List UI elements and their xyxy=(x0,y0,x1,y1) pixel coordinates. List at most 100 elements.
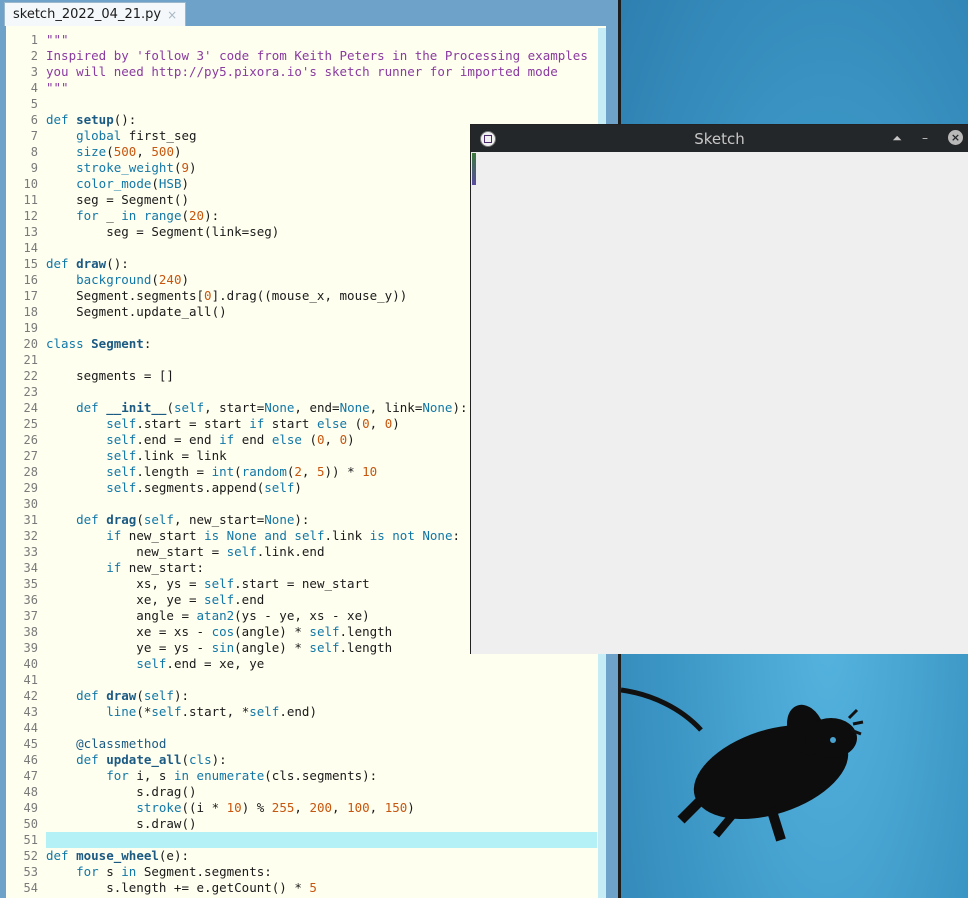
code-token: .length xyxy=(339,640,393,655)
code-line[interactable]: def update_all(cls): xyxy=(46,752,227,768)
code-line[interactable]: color_mode(HSB) xyxy=(46,176,189,192)
code-line[interactable]: stroke_weight(9) xyxy=(46,160,196,176)
code-token: ( xyxy=(166,400,174,415)
code-token: self xyxy=(309,640,340,655)
line-number: 6 xyxy=(30,113,38,127)
code-token: ( xyxy=(106,144,114,159)
code-token: ( xyxy=(301,432,317,447)
code-token: .start = start xyxy=(136,416,250,431)
code-line[interactable]: segments = [] xyxy=(46,368,174,384)
code-line[interactable]: global first_seg xyxy=(46,128,196,144)
code-token: (* xyxy=(136,704,152,719)
code-line[interactable]: class Segment: xyxy=(46,336,151,352)
code-token: , xyxy=(369,800,385,815)
line-number: 29 xyxy=(23,481,38,495)
code-line[interactable]: ye = ys - sin(angle) * self.length xyxy=(46,640,392,656)
window-close-icon[interactable]: × xyxy=(948,130,963,145)
code-line[interactable]: s.length += e.getCount() * 5 xyxy=(46,880,317,896)
code-line[interactable]: seg = Segment(link=seg) xyxy=(46,224,279,240)
code-token: 5 xyxy=(309,880,317,895)
line-number: 13 xyxy=(23,225,38,239)
code-line[interactable]: self.link = link xyxy=(46,448,226,464)
code-line[interactable]: Segment.segments[0].drag((mouse_x, mouse… xyxy=(46,288,407,304)
code-line[interactable]: size(500, 500) xyxy=(46,144,181,160)
code-line[interactable]: """ xyxy=(46,80,69,96)
code-line[interactable]: def __init__(self, start=None, end=None,… xyxy=(46,400,467,416)
code-token: .link xyxy=(324,528,370,543)
code-line[interactable]: for s in Segment.segments: xyxy=(46,864,272,880)
code-line[interactable]: for _ in range(20): xyxy=(46,208,219,224)
code-token: 255 xyxy=(271,800,295,815)
code-token: ) xyxy=(181,272,190,287)
line-number: 25 xyxy=(23,417,38,431)
code-token: in xyxy=(173,768,190,783)
code-line[interactable]: angle = atan2(ys - ye, xs - xe) xyxy=(46,608,369,624)
code-line[interactable]: stroke((i * 10) % 255, 200, 100, 150) xyxy=(46,800,415,816)
code-token: """ xyxy=(46,32,69,47)
code-line[interactable]: if new_start: xyxy=(46,560,204,576)
code-line[interactable]: s.drag() xyxy=(46,784,196,800)
shade-icon[interactable]: ⏶ xyxy=(888,129,906,147)
code-token: , xyxy=(332,800,348,815)
code-token: 150 xyxy=(384,800,408,815)
code-line[interactable]: def mouse_wheel(e): xyxy=(46,848,189,864)
code-token: self xyxy=(294,528,325,543)
minimize-icon[interactable]: – xyxy=(916,129,934,147)
code-token: stroke xyxy=(136,800,182,815)
code-token: def xyxy=(46,848,77,863)
code-token: line xyxy=(106,704,137,719)
code-line[interactable]: for i, s in enumerate(cls.segments): xyxy=(46,768,377,784)
code-line[interactable]: Segment.update_all() xyxy=(46,304,227,320)
code-line[interactable]: new_start = self.link.end xyxy=(46,544,324,560)
line-number: 3 xyxy=(30,65,38,79)
code-line[interactable]: xe = xs - cos(angle) * self.length xyxy=(46,624,392,640)
code-line[interactable]: """ xyxy=(46,32,69,48)
code-line[interactable]: seg = Segment() xyxy=(46,192,189,208)
code-token: Segment.segments: xyxy=(136,864,272,879)
line-number: 35 xyxy=(23,577,38,591)
line-number: 36 xyxy=(23,593,38,607)
code-line[interactable]: Inspired by 'follow 3' code from Keith P… xyxy=(46,48,588,64)
code-line[interactable]: if new_start is None and self.link is no… xyxy=(46,528,460,544)
code-token: ( xyxy=(136,512,144,527)
code-token: 20 xyxy=(189,208,205,223)
code-token: , xyxy=(136,144,152,159)
line-number: 46 xyxy=(23,753,38,767)
line-number-gutter: 1 2 3 4 5 6 7 8 9 10 11 12 13 14 15 16 17 18 19 20 21 22 23 24 2… xyxy=(6,26,40,898)
code-line[interactable]: line(*self.start, *self.end) xyxy=(46,704,317,720)
code-line[interactable]: self.segments.append(self) xyxy=(46,480,302,496)
code-line[interactable]: def setup(): xyxy=(46,112,136,128)
code-line[interactable]: self.end = end if end else (0, 0) xyxy=(46,432,354,448)
code-line[interactable]: self.length = int(random(2, 5)) * 10 xyxy=(46,464,377,480)
code-token: cos xyxy=(211,624,235,639)
file-tab[interactable]: sketch_2022_04_21.py × xyxy=(4,2,187,26)
code-token: def xyxy=(76,752,107,767)
line-number: 30 xyxy=(23,497,38,511)
code-line[interactable]: def draw(): xyxy=(46,256,129,272)
sketch-titlebar[interactable]: Sketch ⏶ – × xyxy=(471,125,968,152)
code-line[interactable]: self.start = start if start else (0, 0) xyxy=(46,416,400,432)
code-line[interactable]: s.draw() xyxy=(46,816,196,832)
code-line[interactable]: @classmethod xyxy=(46,736,166,752)
code-token: .end) xyxy=(279,704,317,719)
code-line[interactable]: background(240) xyxy=(46,272,189,288)
code-token: ): xyxy=(173,688,190,703)
line-number: 28 xyxy=(23,465,38,479)
code-line[interactable]: def draw(self): xyxy=(46,688,189,704)
line-number: 52 xyxy=(23,849,38,863)
line-number: 38 xyxy=(23,625,38,639)
close-icon[interactable]: × xyxy=(167,8,177,22)
code-line[interactable]: xe, ye = self.end xyxy=(46,592,264,608)
code-token: @classmethod xyxy=(76,736,167,751)
code-line[interactable]: xs, ys = self.start = new_start xyxy=(46,576,369,592)
code-line[interactable]: def drag(self, new_start=None): xyxy=(46,512,309,528)
code-line[interactable]: you will need http://py5.pixora.io's ske… xyxy=(46,64,558,80)
code-token: is xyxy=(204,528,220,543)
sketch-canvas[interactable] xyxy=(471,152,968,654)
code-token: 500 xyxy=(113,144,137,159)
code-line[interactable]: self.end = xe, ye xyxy=(46,656,264,672)
code-token: self xyxy=(204,576,235,591)
